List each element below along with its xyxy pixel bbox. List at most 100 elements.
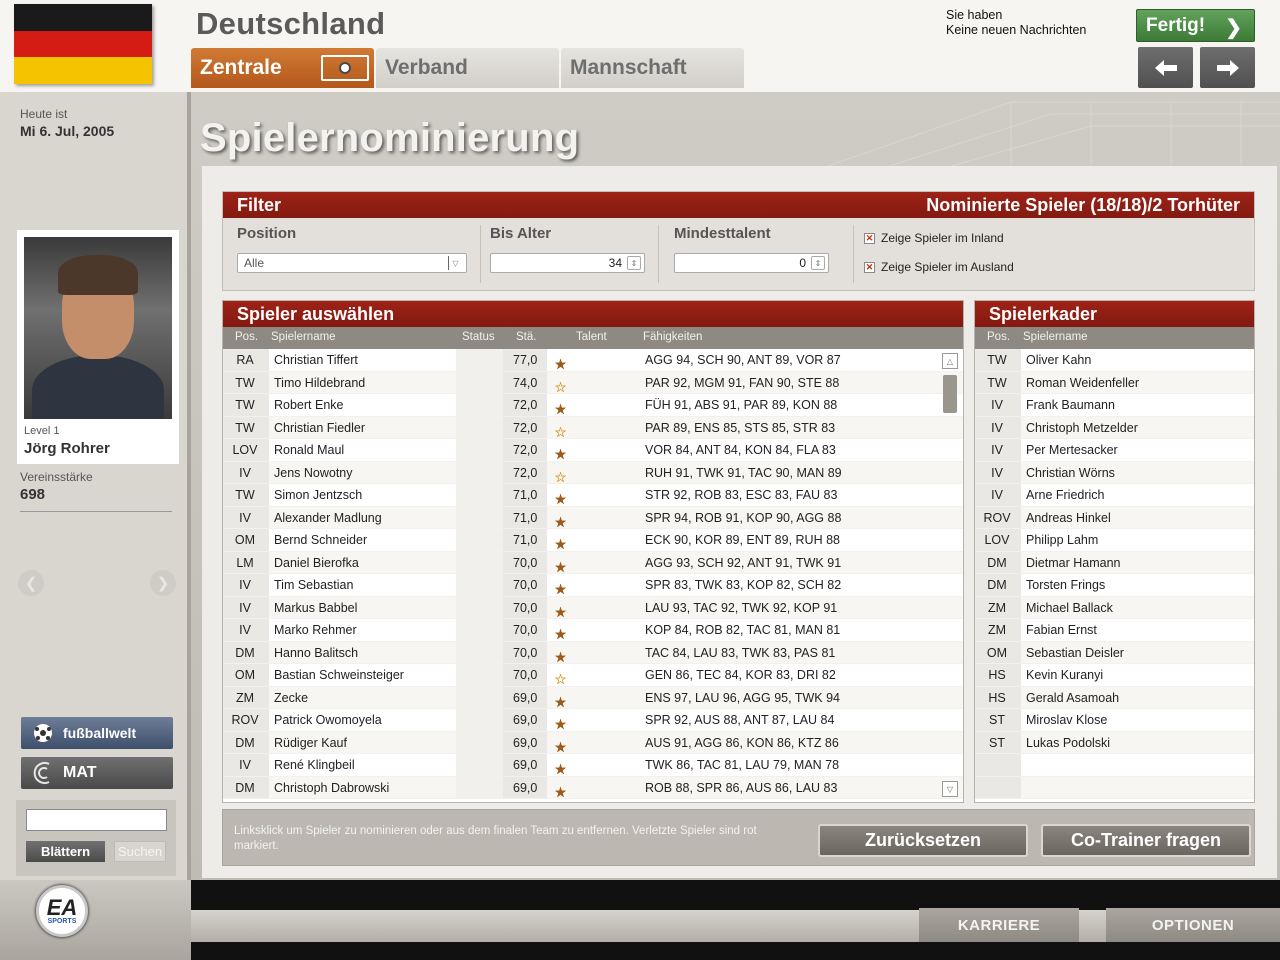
next-arrow-icon[interactable]: ❯ bbox=[150, 570, 176, 596]
player-row[interactable]: TW Christian Fiedler 72,0 ☆ ☆ ☆ ☆ ☆ PAR 89, ENS … bbox=[223, 416, 963, 439]
player-row[interactable]: OM Bernd Schneider 71,0 ☆ ☆ ☆ ☆ ★ ECK 90, KOR 89… bbox=[223, 529, 963, 552]
player-row[interactable]: LM Daniel Bierofka 70,0 ☆ ☆ ☆ ☆ ★ AGG 93, SCH 92… bbox=[223, 551, 963, 574]
player-row[interactable]: OM Bastian Schweinsteiger 70,0 ☆ ☆ ☆ ☆ ☆ GEN 86,… bbox=[223, 664, 963, 687]
done-button[interactable]: Fertig! ❯ bbox=[1136, 9, 1255, 42]
checkbox-checked-icon[interactable]: ✕ bbox=[864, 261, 875, 273]
fussballwelt-button[interactable]: fußballwelt bbox=[21, 717, 173, 749]
squad-row[interactable]: IV Christoph Metzelder bbox=[975, 416, 1254, 439]
player-scrollbar[interactable]: △ ▽ bbox=[941, 350, 961, 802]
star-filled-icon: ★ bbox=[554, 401, 567, 417]
star-filled-icon: ★ bbox=[554, 716, 567, 732]
player-row[interactable]: IV Marko Rehmer 70,0 ☆ ☆ ☆ ★ ★ KOP 84, ROB 82, T… bbox=[223, 619, 963, 642]
options-button[interactable]: OPTIONEN bbox=[1106, 908, 1280, 942]
checkbox-ausland-label: Zeige Spieler im Ausland bbox=[881, 260, 1014, 274]
scroll-up-icon[interactable]: △ bbox=[942, 353, 958, 369]
col-name[interactable]: Spielername bbox=[271, 331, 336, 343]
scroll-down-icon[interactable]: ▽ bbox=[942, 781, 958, 797]
squad-row[interactable]: IV Arne Friedrich bbox=[975, 484, 1254, 507]
squad-row[interactable]: TW Oliver Kahn bbox=[975, 349, 1254, 372]
player-row[interactable]: IV Alexander Madlung 71,0 ☆ ☆ ☆ ★ ★ SPR 94, ROB … bbox=[223, 506, 963, 529]
stepper-icon[interactable]: ⇕ bbox=[811, 256, 825, 270]
player-row[interactable]: DM Hanno Balitsch 70,0 ☆ ☆ ☆ ☆ ★ TAC 84, LAU 83,… bbox=[223, 641, 963, 664]
search-button[interactable]: Suchen bbox=[114, 841, 166, 862]
search-input[interactable] bbox=[26, 809, 167, 831]
checkbox-ausland[interactable]: ✕ Zeige Spieler im Ausland bbox=[864, 260, 1014, 274]
squad-table-body: TW Oliver Kahn TW Roman Weidenfeller IV Frank… bbox=[975, 349, 1254, 799]
star-filled-icon: ★ bbox=[554, 536, 567, 552]
player-row[interactable]: TW Robert Enke 72,0 ☆ ☆ ☆ ☆ ★ FÜH 91, ABS 91, PA… bbox=[223, 394, 963, 417]
prev-arrow-icon[interactable]: ❮ bbox=[18, 570, 44, 596]
player-row[interactable]: ZM Zecke 69,0 ☆ ☆ ☆ ★ ★ ENS 97, LAU 96, AGG 95, … bbox=[223, 686, 963, 709]
player-row[interactable]: IV Tim Sebastian 70,0 ☆ ☆ ☆ ★ ★ SPR 83, TWK 83, … bbox=[223, 574, 963, 597]
ask-cotrainer-button[interactable]: Co-Trainer fragen bbox=[1041, 824, 1251, 857]
tab-label: Zentrale bbox=[200, 56, 282, 79]
squad-position: IV bbox=[991, 465, 1003, 480]
squad-position: ZM bbox=[987, 623, 1007, 637]
squad-row[interactable]: ZM Fabian Ernst bbox=[975, 619, 1254, 642]
reset-button[interactable]: Zurücksetzen bbox=[818, 824, 1028, 857]
back-button[interactable] bbox=[1138, 47, 1193, 88]
soccer-ball-icon bbox=[34, 724, 52, 742]
player-skills: KOP 84, ROB 82, TAC 81, MAN 81 bbox=[645, 623, 841, 637]
squad-row[interactable]: HS Kevin Kuranyi bbox=[975, 664, 1254, 687]
squad-row[interactable]: LOV Philipp Lahm bbox=[975, 529, 1254, 552]
max-age-stepper[interactable]: 34 ⇕ bbox=[490, 253, 645, 273]
squad-row[interactable]: TW Roman Weidenfeller bbox=[975, 371, 1254, 394]
player-row[interactable]: IV Markus Babbel 70,0 ☆ ☆ ☆ ☆ ★ LAU 93, TAC 92, … bbox=[223, 596, 963, 619]
squad-row[interactable]: DM Dietmar Hamann bbox=[975, 551, 1254, 574]
squad-row[interactable] bbox=[975, 754, 1254, 777]
ea-sports-logo: EA SPORTS bbox=[36, 885, 88, 937]
col-strength[interactable]: Stä. bbox=[516, 331, 536, 343]
squad-row[interactable]: DM Torsten Frings bbox=[975, 574, 1254, 597]
tab-mannschaft[interactable]: Mannschaft bbox=[561, 48, 744, 88]
squad-row[interactable]: ZM Michael Ballack bbox=[975, 596, 1254, 619]
col-talent[interactable]: Talent bbox=[576, 331, 607, 343]
tab-verband[interactable]: Verband bbox=[376, 48, 559, 88]
squad-row[interactable]: ROV Andreas Hinkel bbox=[975, 506, 1254, 529]
career-button[interactable]: KARRIERE bbox=[919, 908, 1079, 942]
player-row[interactable]: IV Jens Nowotny 72,0 ☆ ☆ ☆ ☆ ☆ RUH 91, TWK 91, T… bbox=[223, 461, 963, 484]
checkbox-checked-icon[interactable]: ✕ bbox=[864, 232, 875, 244]
player-row[interactable]: LOV Ronald Maul 72,0 ☆ ☆ ☆ ★ ★ VOR 84, ANT 84, K… bbox=[223, 439, 963, 462]
col-pos[interactable]: Pos. bbox=[987, 331, 1010, 343]
player-row[interactable]: IV René Klingbeil 69,0 ☆ ☆ ☆ ★ ★ TWK 86, TAC 81,… bbox=[223, 754, 963, 777]
player-row[interactable]: TW Simon Jentzsch 71,0 ☆ ☆ ☆ ☆ ★ STR 92, ROB 83,… bbox=[223, 484, 963, 507]
player-row[interactable]: RA Christian Tiffert 77,0 ☆ ☆ ☆ ★ ★ AGG 94, SCH … bbox=[223, 349, 963, 372]
squad-row[interactable]: OM Sebastian Deisler bbox=[975, 641, 1254, 664]
position-select[interactable]: Alle ▽ bbox=[237, 253, 467, 273]
col-pos[interactable]: Pos. bbox=[235, 331, 258, 343]
player-row[interactable]: ROV Patrick Owomoyela 69,0 ☆ ☆ ☆ ☆ ★ SPR 92, AUS… bbox=[223, 709, 963, 732]
checkbox-inland[interactable]: ✕ Zeige Spieler im Inland bbox=[864, 231, 1004, 245]
squad-player-name: Gerald Asamoah bbox=[1026, 690, 1120, 705]
stepper-icon[interactable]: ⇕ bbox=[627, 256, 641, 270]
manager-profile-card[interactable]: Level 1 Jörg Rohrer bbox=[17, 230, 179, 464]
player-row[interactable]: DM Rüdiger Kauf 69,0 ☆ ☆ ☆ ★ ★ AUS 91, AGG 86, K… bbox=[223, 731, 963, 754]
mat-button[interactable]: MAT bbox=[21, 757, 173, 789]
player-position: DM bbox=[235, 780, 255, 795]
player-row[interactable]: DM Christoph Dabrowski 69,0 ☆ ☆ ☆ ★ ★ ROB 88, SP… bbox=[223, 776, 963, 799]
col-status[interactable]: Status bbox=[462, 331, 495, 343]
scroll-thumb[interactable] bbox=[943, 375, 957, 413]
player-name: Simon Jentzsch bbox=[274, 488, 363, 502]
browse-button[interactable]: Blättern bbox=[26, 841, 105, 862]
player-selection-header: Spieler auswählen bbox=[223, 301, 963, 327]
squad-row[interactable]: IV Per Mertesacker bbox=[975, 439, 1254, 462]
min-talent-stepper[interactable]: 0 ⇕ bbox=[674, 253, 829, 273]
squad-row[interactable]: ST Miroslav Klose bbox=[975, 709, 1254, 732]
col-name[interactable]: Spielername bbox=[1023, 331, 1088, 343]
col-skills[interactable]: Fähigkeiten bbox=[643, 331, 702, 343]
player-row[interactable]: TW Timo Hildebrand 74,0 ☆ ☆ ☆ ☆ ☆ PAR 92, MGM 91… bbox=[223, 371, 963, 394]
squad-row[interactable]: IV Frank Baumann bbox=[975, 394, 1254, 417]
squad-row[interactable]: ST Lukas Podolski bbox=[975, 731, 1254, 754]
forward-button[interactable] bbox=[1200, 47, 1255, 88]
squad-position: TW bbox=[987, 353, 1007, 367]
squad-player-name: Andreas Hinkel bbox=[1026, 510, 1111, 525]
squad-position: ST bbox=[989, 713, 1005, 727]
squad-row[interactable] bbox=[975, 776, 1254, 799]
tab-zentrale[interactable]: Zentrale bbox=[191, 48, 374, 88]
squad-row[interactable]: HS Gerald Asamoah bbox=[975, 686, 1254, 709]
squad-row[interactable]: IV Christian Wörns bbox=[975, 461, 1254, 484]
squad-player-name: Frank Baumann bbox=[1026, 398, 1115, 412]
player-skills: AGG 94, SCH 90, ANT 89, VOR 87 bbox=[645, 353, 841, 367]
club-strength-value: 698 bbox=[20, 486, 46, 503]
